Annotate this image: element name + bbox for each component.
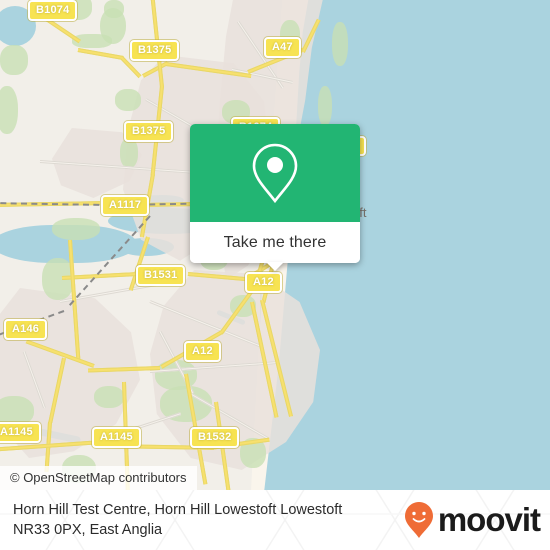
popup-pin-area	[190, 124, 360, 222]
road-shield-b1532[interactable]: B1532	[190, 427, 240, 448]
road-shield-b1375-lower[interactable]: B1375	[124, 121, 174, 142]
road-shield-a47[interactable]: A47	[264, 37, 301, 58]
footer-bar: Horn Hill Test Centre, Horn Hill Lowesto…	[0, 490, 550, 550]
road-shield-a1145-left[interactable]: A1145	[0, 422, 41, 443]
map-pin-icon	[252, 143, 298, 204]
map-canvas[interactable]: oft B1074 B1375 A47 B1375 B1074 A1117 B1…	[0, 0, 550, 490]
address-line-2: NR33 0PX, East Anglia	[13, 522, 163, 538]
wood-patch-7	[120, 138, 138, 168]
road-shield-b1375-upper[interactable]: B1375	[130, 40, 180, 61]
wood-patch-6	[115, 89, 141, 111]
wood-patch-3	[0, 45, 28, 75]
wood-patch-8	[104, 0, 124, 18]
screenshot-root: oft B1074 B1375 A47 B1375 B1074 A1117 B1…	[0, 0, 550, 550]
address-line-1: Horn Hill Test Centre, Horn Hill Lowesto…	[13, 502, 343, 518]
road-shield-a1117[interactable]: A1117	[101, 195, 150, 216]
take-me-there-button[interactable]: Take me there	[190, 222, 360, 263]
moovit-logo[interactable]: moovit	[404, 501, 550, 539]
location-address-block: Horn Hill Test Centre, Horn Hill Lowesto…	[0, 500, 404, 540]
wood-patch-18	[332, 22, 348, 66]
take-me-there-label: Take me there	[223, 233, 327, 251]
wood-patch-19	[318, 86, 332, 126]
location-popup-card[interactable]: Take me there	[190, 124, 360, 271]
road-shield-a1145-mid[interactable]: A1145	[92, 427, 141, 448]
road-shield-a146[interactable]: A146	[4, 319, 48, 340]
popup-body: Take me there	[190, 124, 360, 263]
road-shield-b1531[interactable]: B1531	[136, 265, 186, 286]
road-shield-a12-lower[interactable]: A12	[184, 341, 221, 362]
wood-patch-4	[0, 86, 18, 134]
moovit-pin-icon	[404, 502, 433, 538]
wood-patch-14	[94, 386, 124, 408]
road-shield-a12-upper[interactable]: A12	[245, 272, 282, 293]
popup-pointer-tail	[266, 262, 284, 271]
wood-patch-9	[52, 218, 100, 240]
moovit-wordmark: moovit	[437, 501, 541, 538]
road-shield-b1074-top[interactable]: B1074	[28, 0, 78, 21]
osm-attribution[interactable]: © OpenStreetMap contributors	[0, 466, 197, 490]
